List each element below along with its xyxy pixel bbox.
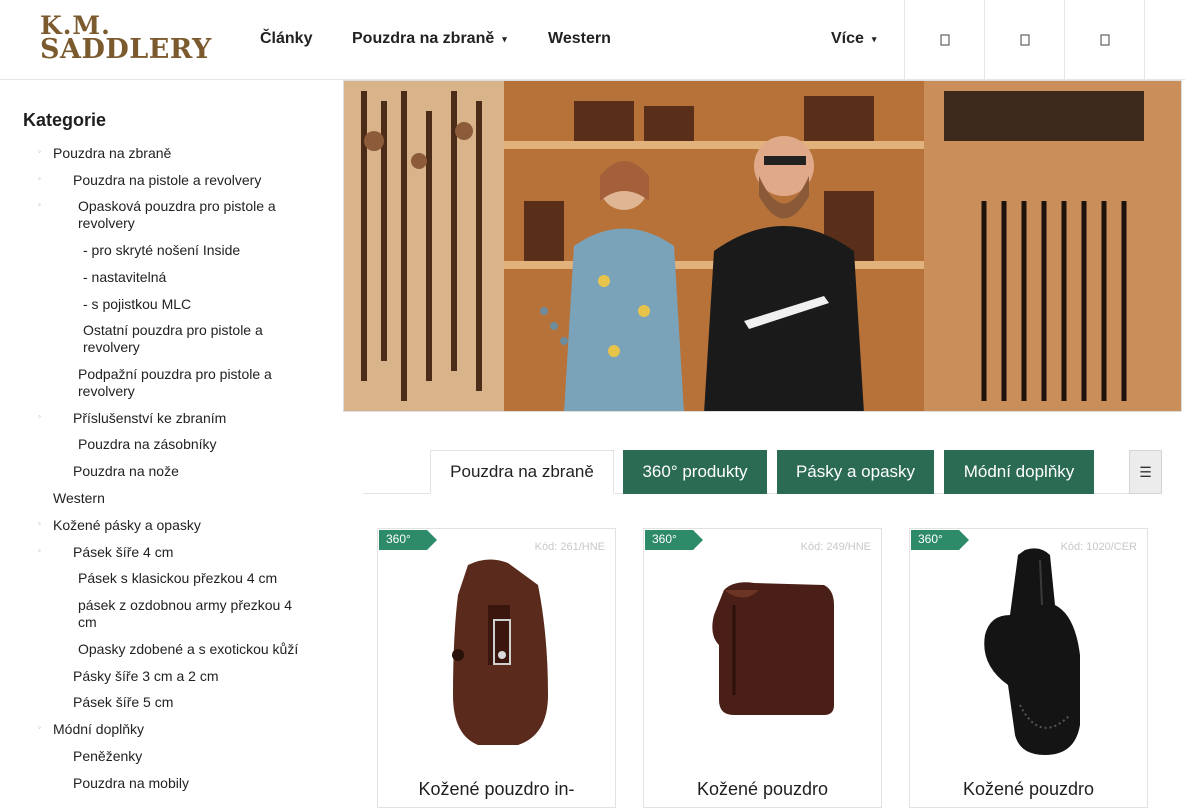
site-logo[interactable]: K.M. SADDLERY <box>40 13 212 66</box>
chevron-down-icon: ▾ <box>871 34 877 44</box>
bullet-icon: ◦ <box>38 147 41 156</box>
product-card[interactable]: 360° Kód: 261/HNE Kožené pouzdro in- <box>377 528 616 808</box>
tab-modni-doplnky[interactable]: Módní doplňky <box>944 450 1094 494</box>
nav-clanky[interactable]: Články <box>260 30 312 48</box>
category-zasobniky[interactable]: Pouzdra na zásobníky <box>78 436 217 453</box>
product-card[interactable]: 360° Kód: 1020/CER Kožené pouzdro <box>909 528 1148 808</box>
category-penezenky[interactable]: Peněženky <box>73 748 142 765</box>
category-nastavitelna[interactable]: - nastavitelná <box>83 269 166 286</box>
sidebar-title: Kategorie <box>23 110 107 130</box>
search-icon <box>940 34 949 46</box>
badge-label: 360° <box>652 532 677 546</box>
nav-pouzdra-label: Pouzdra na zbraně <box>352 30 495 47</box>
bullet-icon: ◦ <box>38 412 41 421</box>
tab-pasky-a-opasky[interactable]: Pásky a opasky <box>777 450 934 494</box>
category-klasicka-prezka[interactable]: Pásek s klasickou přezkou 4 cm <box>78 570 277 587</box>
cart-icon <box>1100 34 1109 46</box>
nav-vice-label: Více <box>831 30 864 47</box>
bullet-icon: ◦ <box>38 174 41 183</box>
category-pasky-opasky[interactable]: Kožené pásky a opasky <box>53 517 201 534</box>
nav-pouzdra-na-zbrane[interactable]: Pouzdra na zbraně ▾ <box>352 30 507 48</box>
nav-western[interactable]: Western <box>548 30 611 48</box>
user-icon <box>1020 34 1029 46</box>
menu-icon: ☰ <box>1139 463 1152 480</box>
category-podpazni-pouzdra[interactable]: Podpažní pouzdra pro pistole a revolvery <box>78 366 308 400</box>
logo-line-2: SADDLERY <box>40 34 212 65</box>
header-edge-cell <box>1144 0 1185 80</box>
category-sidebar: Kategorie ◦ Pouzdra na zbraně ◦ Pouzdra … <box>0 80 330 800</box>
category-western[interactable]: Western <box>53 490 105 507</box>
category-pouzdra-mobily[interactable]: Pouzdra na mobily <box>73 775 189 792</box>
holster-image <box>984 548 1080 755</box>
bullet-icon: ◦ <box>38 200 41 209</box>
badge-label: 360° <box>386 532 411 546</box>
category-pistole-revolvery[interactable]: Pouzdra na pistole a revolvery <box>73 172 261 189</box>
bullet-icon: ◦ <box>38 723 41 732</box>
product-title: Kožené pouzdro in- <box>418 779 575 799</box>
cart-button[interactable] <box>1064 0 1144 80</box>
holster-image <box>452 559 548 745</box>
category-army-prezka[interactable]: pásek z ozdobnou army přezkou 4 cm <box>78 597 308 631</box>
category-ostatni-pouzdra[interactable]: Ostatní pouzdra pro pistole a revolvery <box>83 322 303 356</box>
tab-360-produkty[interactable]: 360° produkty <box>623 450 767 494</box>
category-modni-doplnky[interactable]: Módní doplňky <box>53 721 144 738</box>
nav-vice[interactable]: Více ▾ <box>831 30 876 48</box>
category-pasek-4cm[interactable]: Pásek šíře 4 cm <box>73 544 173 561</box>
category-pouzdra-na-zbrane[interactable]: Pouzdra na zbraně <box>53 145 171 162</box>
product-title: Kožené pouzdro <box>962 779 1095 799</box>
product-card[interactable]: 360° Kód: 249/HNE Kožené pouzdro <box>643 528 882 808</box>
category-exoticka-kuze[interactable]: Opasky zdobené a s exotickou kůží <box>78 641 298 658</box>
category-mlc[interactable]: - s pojistkou MLC <box>83 296 191 313</box>
category-noze[interactable]: Pouzdra na nože <box>73 463 179 480</box>
search-button[interactable] <box>904 0 984 80</box>
user-button[interactable] <box>984 0 1064 80</box>
chevron-down-icon: ▾ <box>502 34 507 44</box>
tabs-menu-button[interactable]: ☰ <box>1129 450 1162 494</box>
category-prislusenstvi[interactable]: Příslušenství ke zbraním <box>73 410 226 427</box>
site-header: K.M. SADDLERY Články Pouzdra na zbraně ▾ … <box>0 0 1185 80</box>
category-inside[interactable]: - pro skryté nošení Inside <box>83 242 240 259</box>
category-pasky-3-2cm[interactable]: Pásky šíře 3 cm a 2 cm <box>73 668 218 685</box>
product-title: Kožené pouzdro <box>696 779 829 799</box>
tab-pouzdra-na-zbrane[interactable]: Pouzdra na zbraně <box>430 450 614 494</box>
holster-image <box>712 582 834 715</box>
category-pasek-5cm[interactable]: Pásek šíře 5 cm <box>73 694 173 711</box>
hero-banner-image <box>343 80 1182 412</box>
bullet-icon: ◦ <box>38 546 41 555</box>
badge-label: 360° <box>918 532 943 546</box>
bullet-icon: ◦ <box>38 519 41 528</box>
category-opaskova-pouzdra[interactable]: Opasková pouzdra pro pistole a revolvery <box>78 198 308 232</box>
